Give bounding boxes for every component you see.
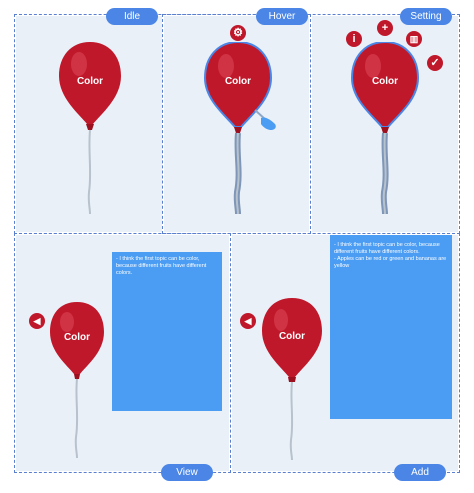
hand-pointer-icon — [253, 108, 279, 132]
balloon-setting-label: Color — [371, 76, 399, 87]
state-pill-view[interactable]: View — [161, 464, 213, 481]
back-arrow-icon[interactable]: ◀ — [240, 313, 256, 329]
note-card-add[interactable]: - I think the first topic can be color, … — [330, 235, 452, 419]
note-add-line-1: - I think the first topic can be color, … — [334, 242, 440, 255]
back-arrow-icon[interactable]: ◀ — [29, 313, 45, 329]
balloon-idle-label: Color — [76, 76, 104, 87]
balloon-setting[interactable]: Color — [350, 42, 420, 217]
note-card-view[interactable]: - I think the first topic can be color, … — [112, 252, 222, 411]
note-view-line-1: - I think the first topic can be color, … — [116, 256, 207, 276]
check-icon[interactable]: ✓ — [427, 55, 443, 71]
state-pill-idle[interactable]: Idle — [106, 8, 158, 25]
state-pill-add[interactable]: Add — [394, 464, 446, 481]
balloon-view[interactable]: Color — [48, 302, 106, 460]
info-icon[interactable]: i — [346, 31, 362, 47]
balloon-add-label: Color — [278, 331, 306, 342]
balloon-view-label: Color — [63, 332, 91, 343]
panel-divider-bottom — [230, 233, 231, 473]
balloon-add[interactable]: Color — [260, 298, 324, 462]
plus-icon[interactable]: + — [377, 20, 393, 36]
note-add-line-2: - Apples can be red or green and bananas… — [334, 256, 447, 269]
gear-icon[interactable]: ⚙ — [230, 25, 246, 41]
balloon-hover-label: Color — [224, 76, 252, 87]
trash-icon[interactable]: ▥ — [406, 31, 422, 47]
balloon-idle[interactable]: Color — [57, 42, 123, 217]
state-pill-hover[interactable]: Hover — [256, 8, 308, 25]
state-pill-setting[interactable]: Setting — [400, 8, 452, 25]
